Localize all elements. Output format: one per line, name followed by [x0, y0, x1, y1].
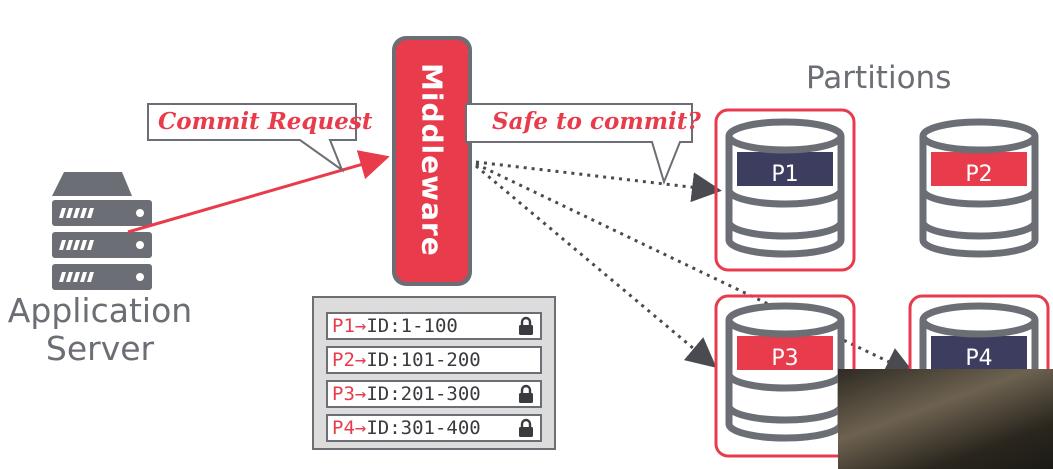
middleware-label: Middleware: [415, 63, 449, 257]
safe-to-commit-label: Safe to commit?: [492, 108, 701, 135]
routing-row: P4→ID:301-400: [326, 414, 542, 442]
database-cylinder-icon: [725, 118, 845, 258]
commit-arrow: [127, 150, 390, 234]
partitions-title: Partitions: [806, 60, 952, 96]
database-cylinder-icon: [919, 118, 1039, 258]
server-rack-icon: [52, 172, 152, 290]
lock-icon: [519, 316, 533, 335]
lock-icon: [519, 418, 533, 437]
lock-icon: [519, 384, 533, 403]
routing-row: P2→ID:101-200: [326, 346, 542, 374]
routing-row: P3→ID:201-300: [326, 380, 542, 408]
partition-label-p2: P2: [965, 162, 993, 187]
partition-label-p1: P1: [771, 162, 799, 187]
app-server-label: Application Server: [7, 291, 193, 368]
routing-row: P1→ID:1-100: [326, 312, 542, 340]
partition-label-p4: P4: [965, 346, 993, 371]
webcam-overlay: [838, 369, 1053, 469]
partition-label-p3: P3: [771, 346, 799, 371]
database-cylinder-icon: [725, 302, 845, 442]
commit-request-label: Commit Request: [158, 108, 373, 135]
arrow-to-p1: [475, 160, 722, 203]
routing-table: P1→ID:1-100 P2→ID:101-200 P3→ID:201-300 …: [312, 296, 556, 450]
